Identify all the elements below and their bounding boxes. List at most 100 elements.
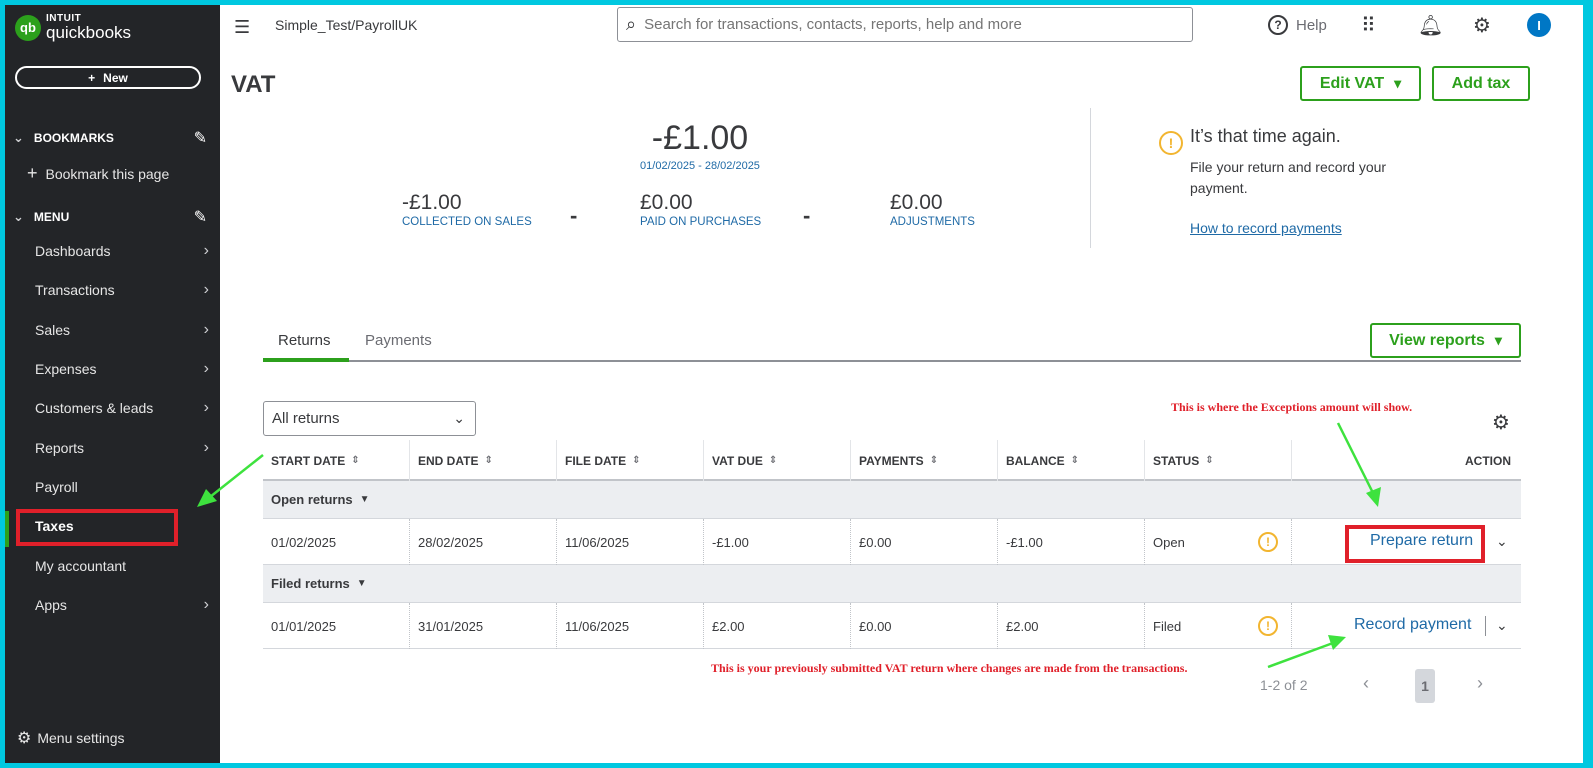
table-header: START DATE ⇕ END DATE ⇕ FILE DATE ⇕ VAT DUE…: [263, 440, 1521, 481]
warning-icon: !: [1159, 131, 1183, 155]
add-tax-button[interactable]: Add tax: [1432, 66, 1530, 101]
record-payment-link[interactable]: Record payment: [1354, 616, 1471, 634]
sidebar-item-label: Transactions: [35, 282, 115, 298]
col-file-date[interactable]: FILE DATE ⇕: [557, 440, 641, 481]
sort-icon: ⇕: [484, 455, 493, 466]
adjustments-label: ADJUSTMENTS: [890, 216, 975, 228]
gear-icon[interactable]: ⚙: [1473, 13, 1491, 38]
menu-section-header[interactable]: ⌄ MENU ✎: [13, 207, 209, 227]
table-settings-gear-icon[interactable]: ⚙: [1492, 410, 1510, 435]
help-button[interactable]: ? Help: [1268, 15, 1327, 35]
sidebar-item-label: Customers & leads: [35, 400, 154, 416]
chevron-down-icon: ▾: [1394, 75, 1402, 91]
logo-wordmark: INTUIT quickbooks: [46, 14, 132, 42]
sidebar-item-label: Apps: [35, 597, 67, 613]
view-reports-button[interactable]: View reports ▾: [1370, 323, 1521, 358]
cell-balance: -£1.00: [1006, 534, 1043, 550]
chevron-right-icon: ›: [203, 242, 209, 259]
collapse-menu-icon[interactable]: ☰: [234, 17, 250, 38]
plus-icon: +: [27, 163, 38, 183]
search-input[interactable]: [644, 16, 1165, 33]
cell-end-date: 28/02/2025: [418, 534, 484, 550]
sidebar-item-my-accountant[interactable]: My accountant: [35, 554, 211, 578]
sidebar-item-customers-leads[interactable]: Customers & leads ›: [35, 396, 211, 420]
new-button[interactable]: + New: [15, 66, 201, 89]
chevron-right-icon: ›: [203, 399, 209, 416]
cell-end-date: 31/01/2025: [418, 618, 484, 634]
tab-underline: [263, 360, 1521, 362]
chevron-right-icon: ›: [203, 596, 209, 613]
chevron-right-icon: ›: [203, 439, 209, 456]
alert-title: It’s that time again.: [1190, 126, 1341, 146]
quickbooks-logo[interactable]: qb INTUIT quickbooks: [15, 14, 131, 41]
chevron-right-icon: ›: [203, 360, 209, 377]
sidebar-item-expenses[interactable]: Expenses ›: [35, 357, 211, 381]
avatar[interactable]: I: [1527, 13, 1551, 37]
warning-icon[interactable]: !: [1258, 532, 1278, 552]
collected-label: COLLECTED ON SALES: [402, 216, 532, 228]
vat-total-amount: -£1.00: [651, 119, 749, 157]
gear-icon: ⚙: [17, 730, 32, 747]
chevron-down-icon: ⌄: [13, 130, 24, 145]
minus-operator: -: [803, 203, 811, 228]
help-label: Help: [1296, 16, 1327, 34]
page-number-current[interactable]: 1: [1415, 669, 1435, 703]
col-balance[interactable]: BALANCE ⇕: [998, 440, 1079, 481]
returns-filter-select[interactable]: All returns ⌄: [263, 401, 476, 436]
sidebar-item-reports[interactable]: Reports ›: [35, 436, 211, 460]
tab-returns[interactable]: Returns: [278, 332, 331, 349]
sidebar-item-dashboards[interactable]: Dashboards ›: [35, 239, 211, 263]
group-open-returns[interactable]: Open returns ▼: [263, 481, 1521, 519]
menu-settings-link[interactable]: ⚙ Menu settings: [17, 728, 125, 748]
chevron-right-icon: ›: [203, 321, 209, 338]
sidebar-item-sales[interactable]: Sales ›: [35, 318, 211, 342]
bell-icon[interactable]: 🔔︎: [1418, 13, 1443, 38]
chevron-down-icon[interactable]: ⌄: [1496, 617, 1508, 634]
chevron-down-icon: ⌄: [453, 410, 465, 426]
caret-down-icon: ▼: [359, 494, 370, 505]
adjustments: £0.00 ADJUSTMENTS: [890, 191, 975, 228]
group-filed-returns[interactable]: Filed returns ▼: [263, 565, 1521, 603]
pencil-icon[interactable]: ✎: [194, 207, 207, 227]
edit-vat-button[interactable]: Edit VAT ▾: [1300, 66, 1421, 101]
bookmarks-section-header[interactable]: ⌄ BOOKMARKS ✎: [13, 128, 209, 148]
pencil-icon[interactable]: ✎: [194, 128, 207, 148]
sort-icon: ⇕: [929, 455, 939, 466]
next-page-button[interactable]: ›: [1477, 673, 1483, 694]
cell-start-date: 01/01/2025: [271, 618, 337, 634]
prev-page-button[interactable]: ‹: [1363, 673, 1369, 694]
paid-amount: £0.00: [640, 191, 693, 214]
alert-body: File your return and record your payment…: [1190, 159, 1387, 196]
vat-period: 01/02/2025 - 28/02/2025: [640, 160, 760, 172]
col-payments[interactable]: PAYMENTS ⇕: [851, 440, 938, 481]
new-button-label: New: [103, 70, 128, 85]
edit-vat-label: Edit VAT: [1319, 74, 1385, 92]
cell-vat-due: -£1.00: [712, 534, 749, 550]
sort-icon: ⇕: [768, 455, 778, 466]
sidebar-item-apps[interactable]: Apps ›: [35, 593, 211, 617]
sidebar-item-payroll[interactable]: Payroll: [35, 475, 211, 499]
sidebar-item-transactions[interactable]: Transactions ›: [35, 278, 211, 302]
col-status[interactable]: STATUS ⇕: [1145, 440, 1214, 481]
global-search[interactable]: ⌕: [617, 7, 1193, 42]
app-grid-icon[interactable]: ⠿: [1361, 13, 1376, 38]
tab-payments[interactable]: Payments: [365, 332, 432, 349]
sidebar-item-label: Sales: [35, 322, 71, 338]
help-icon: ?: [1268, 15, 1288, 35]
col-end-date[interactable]: END DATE ⇕: [410, 440, 493, 481]
col-start-date[interactable]: START DATE ⇕: [263, 440, 360, 481]
chevron-down-icon[interactable]: ⌄: [1496, 533, 1508, 550]
company-name: Simple_Test/PayrollUK: [275, 17, 418, 33]
bookmark-this-page[interactable]: + Bookmark this page: [27, 163, 169, 184]
group-label: Open returns: [271, 492, 353, 507]
col-vat-due[interactable]: VAT DUE ⇕: [704, 440, 777, 481]
logo-product-text: quickbooks: [46, 23, 132, 42]
how-to-record-payments-link[interactable]: How to record payments: [1190, 220, 1342, 236]
cell-file-date: 11/06/2025: [565, 534, 630, 550]
search-icon: ⌕: [626, 14, 637, 34]
group-label: Filed returns: [271, 576, 350, 591]
sidebar-item-label: Reports: [35, 440, 85, 456]
warning-icon[interactable]: !: [1258, 616, 1278, 636]
view-reports-label: View reports: [1389, 331, 1485, 349]
plus-icon: +: [88, 70, 96, 85]
